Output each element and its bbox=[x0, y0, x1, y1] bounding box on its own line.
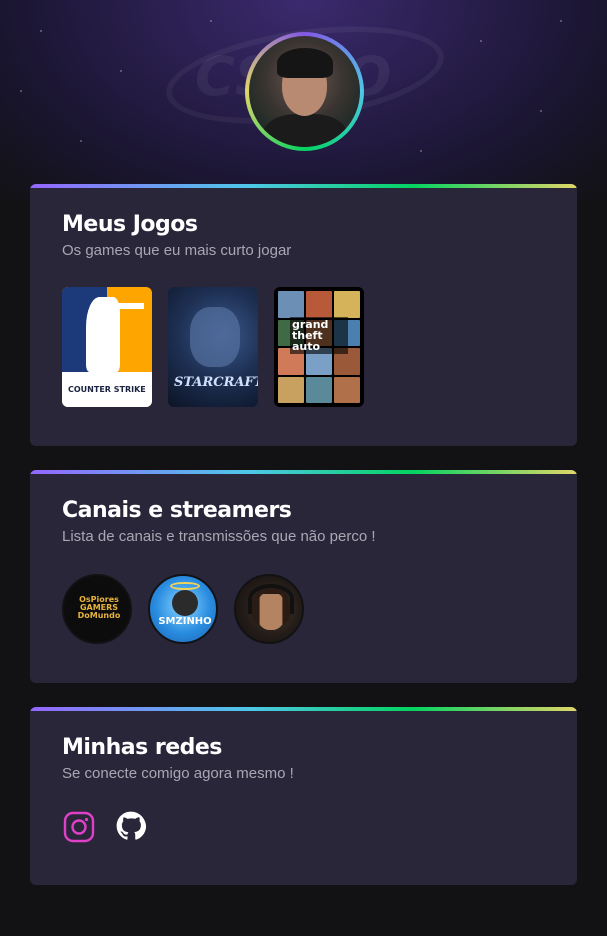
game-gta-v[interactable]: grand theft auto bbox=[274, 287, 364, 407]
networks-subtitle: Se conecte comigo agora mesmo ! bbox=[62, 765, 294, 782]
streamers-subtitle: Lista de canais e transmissões que não p… bbox=[62, 528, 376, 545]
profile-avatar bbox=[245, 32, 364, 151]
game-cs-label: COUNTER STRIKE bbox=[68, 385, 146, 394]
streamer-2-label: SMZINHO bbox=[158, 616, 212, 627]
game-gta-label: grand theft auto bbox=[290, 317, 348, 354]
streamer-1-label: OsPiores GAMERS DoMundo bbox=[77, 595, 121, 620]
game-sc-label: STARCRAFT bbox=[174, 375, 258, 390]
streamer-os-piores-gamers[interactable]: OsPiores GAMERS DoMundo bbox=[62, 574, 132, 644]
games-title: Meus Jogos bbox=[62, 212, 198, 237]
networks-title: Minhas redes bbox=[62, 735, 222, 760]
games-subtitle: Os games que eu mais curto jogar bbox=[62, 242, 292, 259]
github-icon[interactable] bbox=[116, 811, 148, 843]
game-starcraft[interactable]: STARCRAFT bbox=[168, 287, 258, 407]
streamers-title: Canais e streamers bbox=[62, 498, 292, 523]
avatar-photo bbox=[249, 36, 360, 147]
games-card: Meus Jogos Os games que eu mais curto jo… bbox=[30, 184, 577, 446]
game-counter-strike[interactable]: COUNTER STRIKE bbox=[62, 287, 152, 407]
instagram-icon[interactable] bbox=[63, 811, 95, 843]
streamers-card: Canais e streamers Lista de canais e tra… bbox=[30, 470, 577, 683]
streamer-3[interactable] bbox=[234, 574, 304, 644]
streamer-smzinho[interactable]: SMZINHO bbox=[148, 574, 218, 644]
networks-card: Minhas redes Se conecte comigo agora mes… bbox=[30, 707, 577, 885]
